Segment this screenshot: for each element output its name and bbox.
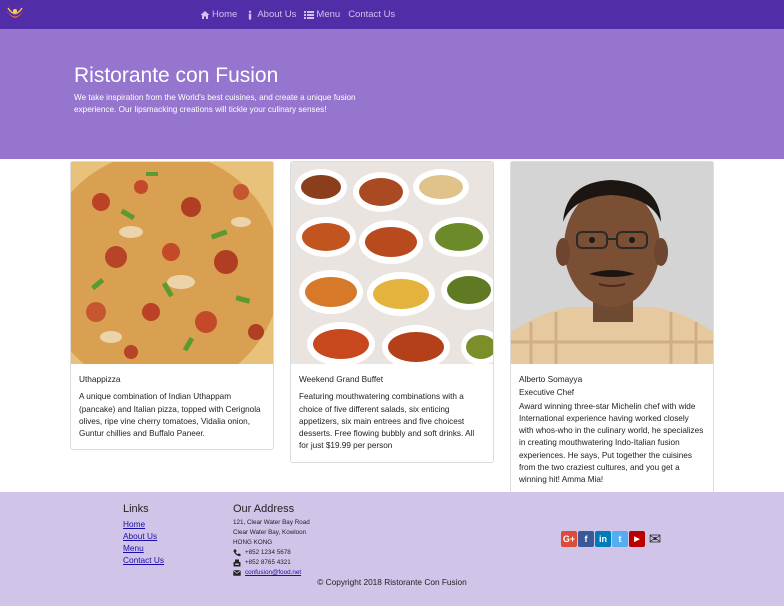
twitter-icon[interactable]: t	[612, 531, 628, 547]
jumbotron: Ristorante con Fusion We take inspiratio…	[0, 29, 784, 159]
restaurant-logo-icon[interactable]	[4, 5, 26, 23]
card-title: Alberto Somayya	[519, 374, 583, 384]
address-line: Clear Water Bay, Kowloon	[233, 529, 307, 536]
phone-number: +852 1234 5678	[245, 549, 291, 556]
card-title: Weekend Grand Buffet	[299, 374, 384, 384]
nav-links: Home About Us Menu Contact Us	[200, 0, 395, 29]
phone-line: +852 1234 5678	[233, 548, 310, 558]
fax-icon	[233, 559, 241, 567]
navbar: Home About Us Menu Contact Us	[0, 0, 784, 29]
footer-links: Home About Us Menu Contact Us	[123, 518, 164, 566]
pizza-image	[71, 162, 273, 364]
fax-number: +852 8765 4321	[245, 559, 291, 566]
footer-link-item: About Us	[123, 530, 164, 542]
phone-icon	[233, 549, 241, 557]
footer-link-about[interactable]: About Us	[123, 531, 157, 541]
chef-portrait-image	[511, 162, 713, 364]
youtube-icon[interactable]: ▶	[629, 531, 645, 547]
home-icon	[200, 10, 210, 19]
footer-link-home[interactable]: Home	[123, 519, 145, 529]
card-text: Featuring mouthwatering combinations wit…	[299, 392, 475, 451]
footer: Links Home About Us Menu Contact Us Our …	[0, 492, 784, 606]
card-body: Alberto Somayya Executive Chef Award win…	[511, 364, 713, 496]
card-text: Award winning three-star Michelin chef w…	[519, 401, 704, 485]
nav-menu-label: Menu	[316, 9, 341, 20]
footer-links-heading: Links	[123, 503, 149, 515]
footer-link-item: Contact Us	[123, 554, 164, 566]
list-icon	[304, 10, 315, 19]
footer-link-item: Menu	[123, 542, 164, 554]
page-title: Ristorante con Fusion	[74, 64, 279, 87]
facebook-icon[interactable]: f	[578, 531, 594, 547]
card-text: A unique combination of Indian Uthappam …	[79, 392, 261, 439]
buffet-image	[291, 162, 493, 364]
copyright: © Copyright 2018 Ristorante Con Fusion	[317, 577, 467, 587]
card-title: Uthappizza	[79, 374, 121, 384]
card-subtitle: Executive Chef	[519, 388, 575, 398]
address-line: HONG KONG	[233, 539, 273, 546]
footer-link-item: Home	[123, 518, 164, 530]
nav-contact-label: Contact Us	[348, 9, 396, 20]
social-buttons: G+ f in t ▶ ✉	[561, 531, 664, 548]
nav-contact[interactable]: Contact Us	[348, 9, 395, 20]
fax-line: +852 8765 4321	[233, 558, 310, 568]
footer-address-heading: Our Address	[233, 503, 295, 515]
google-plus-icon[interactable]: G+	[561, 531, 577, 547]
mail-icon[interactable]: ✉	[646, 531, 664, 548]
card-uthappizza: Uthappizza A unique combination of India…	[70, 161, 274, 451]
linkedin-icon[interactable]: in	[595, 531, 611, 547]
footer-link-contact[interactable]: Contact Us	[123, 555, 164, 565]
card-chef: Alberto Somayya Executive Chef Award win…	[510, 161, 714, 497]
nav-home-label: Home	[212, 9, 238, 20]
info-icon	[249, 10, 252, 20]
card-body: Uthappizza A unique combination of India…	[71, 364, 273, 449]
nav-about-label: About Us	[257, 9, 297, 20]
nav-home[interactable]: Home	[200, 9, 237, 20]
address-block: 121, Clear Water Bay Road Clear Water Ba…	[233, 518, 310, 578]
jumbotron-text: We take inspiration from the World's bes…	[74, 93, 356, 114]
card-buffet: Weekend Grand Buffet Featuring mouthwate…	[290, 161, 494, 463]
nav-about[interactable]: About Us	[245, 9, 296, 20]
card-body: Weekend Grand Buffet Featuring mouthwate…	[291, 364, 493, 462]
footer-link-menu[interactable]: Menu	[123, 543, 144, 553]
nav-menu[interactable]: Menu	[304, 9, 340, 20]
envelope-icon	[233, 570, 241, 576]
address-line: 121, Clear Water Bay Road	[233, 519, 310, 526]
